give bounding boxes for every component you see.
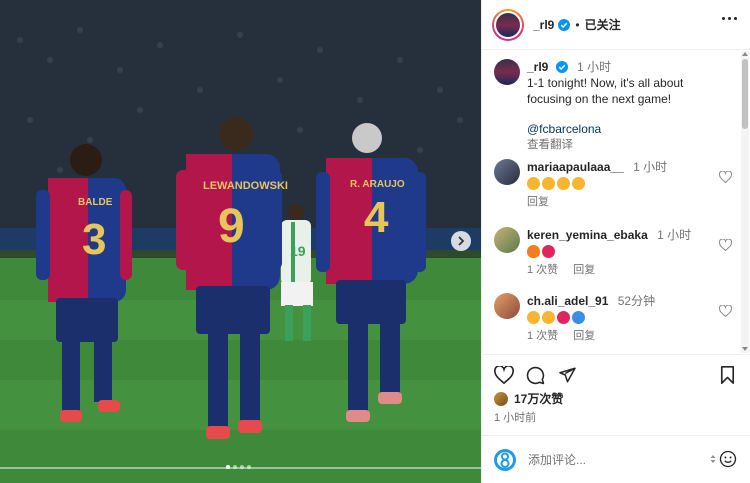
comment-emojis xyxy=(527,245,717,258)
reply-button[interactable]: 回复 xyxy=(573,264,595,276)
comment-time: 1 小时 xyxy=(657,228,692,242)
comments-scrollbar[interactable] xyxy=(741,51,749,353)
player-balde-number: 3 xyxy=(82,215,106,264)
caption-mention-link[interactable]: @fcbarcelona xyxy=(527,121,683,137)
bookmark-icon[interactable] xyxy=(720,366,735,384)
photo-scene: 19 BALDE 3 LEWANDOWSKI 9 R. ARAUJO 4 xyxy=(0,0,481,483)
clap-emoji-icon xyxy=(542,311,555,324)
comment-emojis xyxy=(527,177,717,190)
author-username[interactable]: _rl9 xyxy=(533,18,554,32)
liker-avatar xyxy=(494,391,508,406)
heart-eyes-emoji-icon xyxy=(572,177,585,190)
player-balde-name: BALDE xyxy=(78,197,113,208)
add-comment-bar xyxy=(482,435,750,483)
player-araujo-name: R. ARAUJO xyxy=(350,179,405,190)
red-heart-emoji-icon xyxy=(557,311,570,324)
comment-item: ch.ali_adel_91 52分钟 1 次赞 回复 xyxy=(494,293,734,345)
commenter-username[interactable]: ch.ali_adel_91 xyxy=(527,294,608,308)
post-photo[interactable]: 19 BALDE 3 LEWANDOWSKI 9 R. ARAUJO 4 xyxy=(0,0,481,483)
carousel-dot xyxy=(233,465,237,469)
post-timestamp: 1 小时前 xyxy=(494,412,537,424)
verified-badge-icon xyxy=(555,61,568,73)
like-heart-icon[interactable] xyxy=(494,366,514,384)
like-comment-heart-icon[interactable] xyxy=(719,171,732,183)
like-comment-heart-icon[interactable] xyxy=(719,305,732,317)
comment-like-count[interactable]: 1 次赞 xyxy=(527,264,558,276)
fire-emoji-icon xyxy=(527,245,540,258)
current-user-avatar-icon[interactable] xyxy=(494,448,516,471)
player-19-number: 19 xyxy=(290,243,306,259)
player-lewandowski-name: LEWANDOWSKI xyxy=(203,180,288,192)
follow-status-button[interactable]: 已关注 xyxy=(585,16,621,33)
carousel-dot xyxy=(247,465,251,469)
header-separator: • xyxy=(575,17,580,32)
post-action-bar xyxy=(482,354,750,390)
red-heart-emoji-icon xyxy=(542,245,555,258)
author-avatar[interactable] xyxy=(492,8,524,41)
scroll-down-icon[interactable] xyxy=(742,347,748,351)
comment-like-count[interactable]: 1 次赞 xyxy=(527,330,558,342)
commenter-username[interactable]: mariaapaulaaa__ xyxy=(527,160,624,174)
commenter-username[interactable]: keren_yemina_ebaka xyxy=(527,228,648,242)
scrollbar-thumb[interactable] xyxy=(742,59,748,129)
heart-eyes-emoji-icon xyxy=(527,177,540,190)
carousel-dot xyxy=(240,465,244,469)
post-caption: _rl9 1 小时 1-1 tonight! Now, it's all abo… xyxy=(494,59,734,153)
reply-button[interactable]: 回复 xyxy=(573,330,595,342)
carousel-indicator xyxy=(226,465,251,469)
like-comment-heart-icon[interactable] xyxy=(719,239,732,251)
commenter-avatar[interactable] xyxy=(494,227,520,253)
commenter-avatar[interactable] xyxy=(494,293,520,319)
heart-eyes-emoji-icon xyxy=(557,177,570,190)
post-header: _rl9 • 已关注 xyxy=(482,0,750,50)
comment-item: keren_yemina_ebaka 1 小时 1 次赞 回复 xyxy=(494,227,734,279)
comments-list[interactable]: _rl9 1 小时 1-1 tonight! Now, it's all abo… xyxy=(482,51,750,353)
heart-eyes-emoji-icon xyxy=(542,177,555,190)
blue-heart-emoji-icon xyxy=(572,311,585,324)
emoji-icon xyxy=(719,450,737,468)
comment-item: mariaapaulaaa__ 1 小时 回复 xyxy=(494,159,734,211)
player-araujo-number: 4 xyxy=(364,193,389,242)
chevron-right-icon xyxy=(458,236,465,246)
emoji-picker-button[interactable] xyxy=(710,450,737,468)
scroll-up-icon[interactable] xyxy=(742,52,748,56)
likes-summary[interactable]: 17万次赞 xyxy=(494,390,563,407)
see-translation-link[interactable]: 查看翻译 xyxy=(527,137,683,153)
caption-time: 1 小时 xyxy=(577,60,612,74)
player-lewandowski-number: 9 xyxy=(218,200,245,253)
comment-bubble-icon[interactable] xyxy=(526,366,545,385)
comment-emojis xyxy=(527,311,717,324)
comment-time: 52分钟 xyxy=(617,294,656,308)
post-side-panel: _rl9 • 已关注 _rl9 1 小时 1-1 tonight! Now, i… xyxy=(481,0,750,483)
stepper-arrows-icon xyxy=(710,455,716,463)
caption-username[interactable]: _rl9 xyxy=(527,60,548,74)
more-options-icon[interactable] xyxy=(722,17,737,20)
caption-avatar[interactable] xyxy=(494,59,520,85)
share-send-icon[interactable] xyxy=(558,366,577,384)
commenter-avatar[interactable] xyxy=(494,159,520,185)
raised-hands-emoji-icon xyxy=(527,311,540,324)
carousel-dot xyxy=(226,465,230,469)
comment-input[interactable] xyxy=(528,452,688,467)
next-slide-button[interactable] xyxy=(451,231,471,251)
comment-time: 1 小时 xyxy=(633,160,668,174)
caption-text: 1-1 tonight! Now, it's all about focusin… xyxy=(527,76,684,106)
likes-count[interactable]: 17万次赞 xyxy=(514,390,563,407)
verified-badge-icon xyxy=(558,18,571,31)
reply-button[interactable]: 回复 xyxy=(527,196,549,208)
